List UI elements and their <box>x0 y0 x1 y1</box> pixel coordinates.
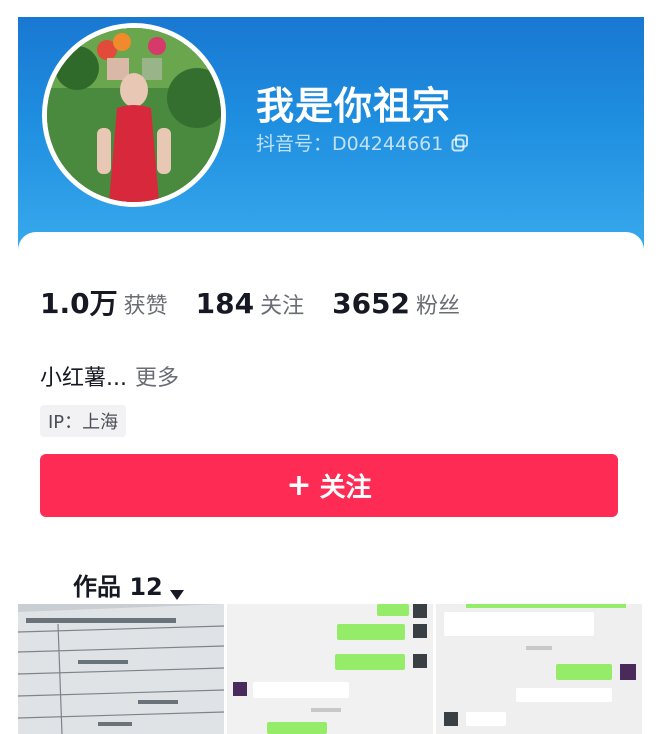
bio-more-link[interactable]: 更多 <box>135 366 179 391</box>
profile-page: 我是你祖宗 抖音号：D04244661 1.0万 获赞 184 关注 3652 <box>18 17 644 734</box>
stat-likes-value: 1.0万 <box>40 287 118 320</box>
avatar[interactable] <box>42 23 226 207</box>
stats-row: 1.0万 获赞 184 关注 3652 粉丝 <box>40 282 488 322</box>
ip-location-tag: IP：上海 <box>40 405 127 437</box>
chat-screenshot-image <box>436 604 642 734</box>
stat-likes[interactable]: 1.0万 获赞 <box>40 282 168 322</box>
douyin-id-text: 抖音号：D04244661 <box>256 133 444 155</box>
avatar-image <box>47 28 221 202</box>
douyin-id[interactable]: 抖音号：D04244661 <box>256 129 469 156</box>
tab-works-label: 作品 12 <box>73 573 163 601</box>
profile-name: 我是你祖宗 <box>256 84 452 128</box>
works-grid <box>18 604 644 734</box>
bio: 小红薯... 更多 <box>40 360 179 392</box>
work-thumbnail[interactable] <box>18 604 224 734</box>
document-photo-image <box>18 604 224 734</box>
stat-followers[interactable]: 3652 粉丝 <box>332 287 460 320</box>
follow-button[interactable]: + 关注 <box>40 454 618 517</box>
work-thumbnail[interactable] <box>436 604 642 734</box>
stat-following-label: 关注 <box>260 294 305 319</box>
chat-screenshot-image <box>227 604 433 734</box>
caret-down-icon <box>169 579 185 600</box>
plus-icon: + <box>286 468 312 503</box>
follow-button-label: 关注 <box>319 473 372 503</box>
stat-followers-value: 3652 <box>332 287 411 320</box>
profile-card: 1.0万 获赞 184 关注 3652 粉丝 小红薯... 更多 IP：上海 + … <box>18 232 644 612</box>
copy-icon[interactable] <box>451 134 469 152</box>
stat-following-value: 184 <box>195 287 255 320</box>
profile-header: 我是你祖宗 抖音号：D04244661 <box>18 17 644 257</box>
bio-text: 小红薯... <box>40 366 127 391</box>
stat-following[interactable]: 184 关注 <box>196 287 304 320</box>
stat-followers-label: 粉丝 <box>416 294 461 319</box>
tab-works[interactable]: 作品 12 <box>73 567 185 602</box>
stat-likes-label: 获赞 <box>123 294 168 319</box>
work-thumbnail[interactable] <box>227 604 433 734</box>
